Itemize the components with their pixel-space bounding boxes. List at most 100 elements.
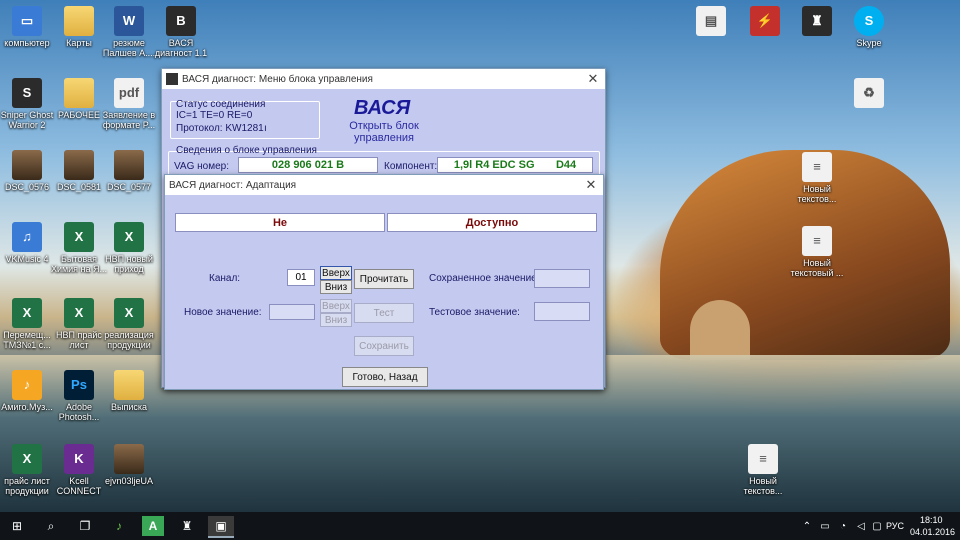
desktop-icon-label: реализация продукции xyxy=(104,330,154,350)
module-info-title: Сведения о блоке управления xyxy=(176,145,317,156)
connection-status-line1: IC=1 TE=0 RE=0 xyxy=(176,110,253,121)
adaptation-window-title: ВАСЯ диагност: Адаптация xyxy=(169,179,297,191)
desktop-icon[interactable]: ▤ xyxy=(680,6,742,38)
done-back-button[interactable]: Готово, Назад xyxy=(342,367,428,387)
desktop-icon[interactable]: X НВП новый приход xyxy=(98,222,160,274)
folder-icon xyxy=(114,370,144,400)
green-a-taskbar-icon[interactable]: A xyxy=(142,516,164,536)
channel-input[interactable]: 01 xyxy=(287,269,315,286)
desktop-icon[interactable]: ejvn03ljeUA xyxy=(98,444,160,486)
new-value-label: Новое значение: xyxy=(184,307,262,318)
desktop-icon[interactable]: S Skype xyxy=(838,6,900,48)
task-view-icon[interactable]: ❐ xyxy=(74,516,96,536)
taskbar: ⊞ ⌕ ❐ ♪ A ♜ ▣ ⌃ ▭ ◔ ◁ ▢ РУС 18:10 04.01.… xyxy=(0,512,960,540)
fax-icon: ▤ xyxy=(696,6,726,36)
computer-icon: ▭ xyxy=(12,6,42,36)
photoshop-icon: Ps xyxy=(64,370,94,400)
desktop-icon-label: Выписка xyxy=(110,402,147,412)
status-not-field: Не xyxy=(175,213,385,232)
adaptation-window: ВАСЯ диагност: Адаптация ✕ Не Доступно К… xyxy=(164,174,604,390)
text-doc-icon: ≡ xyxy=(802,226,832,256)
desktop-icon-label: Заявление в формате P... xyxy=(102,110,156,130)
word-doc-icon: W xyxy=(114,6,144,36)
desktop-icon[interactable]: DSC_0577 xyxy=(98,150,160,192)
new-value-up-button[interactable]: Вверх xyxy=(320,299,352,313)
brand-title: ВАСЯ xyxy=(354,97,411,119)
desktop-icon-label: Skype xyxy=(856,38,882,48)
desktop-icon[interactable]: ≡ Новый текстовый ... xyxy=(786,226,848,278)
vasya-app-icon: В xyxy=(166,6,196,36)
desktop-icon-label: DSC_0577 xyxy=(106,182,152,192)
desktop-icon-label: Новый текстовый ... xyxy=(790,258,844,278)
pdf-icon: pdf xyxy=(114,78,144,108)
excel-icon: X xyxy=(64,222,94,252)
search-icon[interactable]: ⌕ xyxy=(40,516,62,536)
tanks-taskbar-icon[interactable]: ♜ xyxy=(176,516,198,536)
app-icon xyxy=(166,73,178,85)
excel-icon: X xyxy=(12,298,42,328)
close-icon[interactable]: ✕ xyxy=(581,71,605,87)
new-value-input[interactable] xyxy=(269,304,315,320)
vag-number-label: VAG номер: xyxy=(174,161,230,172)
photo-icon xyxy=(114,444,144,474)
folder-icon xyxy=(64,6,94,36)
adaptation-window-client: Не Доступно Канал: 01 Вверх Вниз Прочита… xyxy=(165,195,603,389)
component-field: 1,9l R4 EDC SG D44 xyxy=(437,157,593,173)
open-module-label: Открыть блок управления xyxy=(349,120,419,144)
channel-label: Канал: xyxy=(209,273,241,284)
text-doc-icon: ≡ xyxy=(748,444,778,474)
desktop-icon-label: ejvn03ljeUA xyxy=(104,476,154,486)
photo-icon xyxy=(114,150,144,180)
wallpaper-arch xyxy=(690,300,750,360)
text-doc-icon: ≡ xyxy=(802,152,832,182)
clock-date[interactable]: 04.01.2016 xyxy=(910,527,955,537)
desktop-icon-label: Новый текстов... xyxy=(797,184,837,204)
clock-time[interactable]: 18:10 xyxy=(920,515,943,525)
test-value-label: Тестовое значение: xyxy=(429,307,520,318)
text-cursor: ı xyxy=(264,123,267,134)
desktop-icon[interactable]: Xреализация продукции xyxy=(98,298,160,350)
saved-value-label: Сохраненное значение: xyxy=(429,273,540,284)
excel-icon: X xyxy=(114,298,144,328)
music-app-icon: ♫ xyxy=(12,222,42,252)
channel-down-button[interactable]: Вниз xyxy=(320,280,352,294)
photo-icon xyxy=(12,150,42,180)
adaptation-window-titlebar[interactable]: ВАСЯ диагност: Адаптация ✕ xyxy=(165,175,603,195)
photo-icon xyxy=(64,150,94,180)
desktop-icon[interactable]: В ВАСЯ диагност 1.1 xyxy=(150,6,212,58)
desktop-icon[interactable]: ≡ Новый текстов... xyxy=(786,152,848,204)
desktop-icon-label: Новый текстов... xyxy=(743,476,783,496)
recycle-bin-icon: ♻ xyxy=(854,78,884,108)
lightning-icon: ⚡ xyxy=(750,6,780,36)
desktop-icon[interactable]: ♻ xyxy=(838,78,900,110)
desktop-icon[interactable]: ≡ Новый текстов... xyxy=(732,444,794,496)
excel-icon: X xyxy=(64,298,94,328)
save-button[interactable]: Сохранить xyxy=(354,336,414,356)
main-window-titlebar[interactable]: ВАСЯ диагност: Меню блока управления ✕ xyxy=(162,69,605,89)
read-button[interactable]: Прочитать xyxy=(354,269,414,289)
tanks-icon: ♜ xyxy=(802,6,832,36)
connection-status-line2: Протокол: KW1281 xyxy=(176,123,264,134)
close-icon[interactable]: ✕ xyxy=(579,177,603,193)
connection-status-title: Статус соединения xyxy=(176,99,266,110)
excel-icon: X xyxy=(114,222,144,252)
channel-up-button[interactable]: Вверх xyxy=(320,266,352,280)
vasya-taskbar-icon[interactable]: ▣ xyxy=(208,516,234,538)
vag-number-field: 028 906 021 B xyxy=(238,157,378,173)
desktop-icon[interactable]: Выписка xyxy=(98,370,160,412)
start-button[interactable]: ⊞ xyxy=(6,516,28,536)
excel-icon: X xyxy=(12,444,42,474)
skype-icon: S xyxy=(854,6,884,36)
new-value-down-button[interactable]: Вниз xyxy=(320,313,352,327)
music-app-taskbar-icon[interactable]: ♪ xyxy=(108,516,130,536)
notifications-icon[interactable]: ▢ xyxy=(866,516,888,536)
desktop-icon-label: НВП новый приход xyxy=(105,254,153,274)
status-available-field: Доступно xyxy=(387,213,597,232)
music-icon: ♪ xyxy=(12,370,42,400)
saved-value-field xyxy=(534,269,590,288)
test-button[interactable]: Тест xyxy=(354,303,414,323)
desktop-icon-label: ВАСЯ диагност 1.1 xyxy=(154,38,208,58)
desktop-icon[interactable]: pdf Заявление в формате P... xyxy=(98,78,160,130)
language-indicator[interactable]: РУС xyxy=(886,521,904,531)
game-icon: S xyxy=(12,78,42,108)
